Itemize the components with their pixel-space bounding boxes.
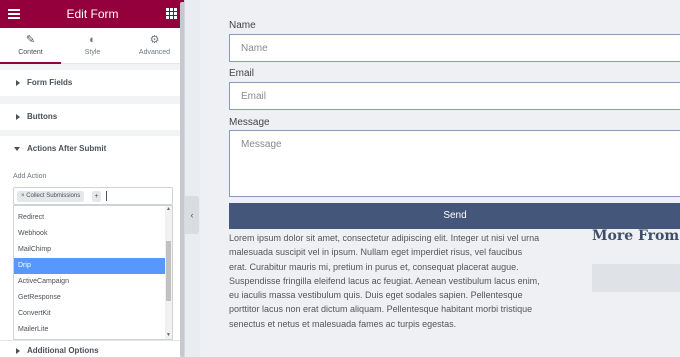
add-action-label: Add Action (13, 173, 47, 180)
tab-content-label: Content (18, 49, 43, 56)
plus-icon[interactable]: + (92, 191, 101, 202)
widgets-grid-icon[interactable] (166, 8, 177, 19)
section-buttons[interactable]: Buttons (0, 104, 185, 130)
section-additional-options-label: Additional Options (27, 346, 99, 355)
editor-panel: Edit Form ✎ Content ◐ Style ⚙ Advanced F… (0, 0, 185, 357)
tab-content[interactable]: ✎ Content (0, 28, 61, 64)
section-additional-options[interactable]: Additional Options (0, 340, 185, 357)
section-actions-after-submit-label[interactable]: Actions After Submit (27, 144, 106, 153)
actions-dropdown: Redirect Webhook MailChimp Drip ActiveCa… (13, 205, 173, 340)
tab-style-label: Style (84, 49, 101, 56)
name-label: Name (229, 20, 256, 31)
dropdown-option-highlighted[interactable]: Drip (14, 258, 166, 274)
dropdown-option[interactable]: ActiveCampaign (14, 274, 166, 290)
dropdown-scroll-thumb[interactable] (166, 241, 171, 301)
gear-icon: ⚙ (149, 34, 160, 46)
add-action-select[interactable]: × Collect Submissions + (13, 187, 173, 205)
email-placeholder: Email (241, 91, 267, 102)
tab-advanced[interactable]: ⚙ Advanced (124, 28, 185, 64)
dropdown-option[interactable]: ConvertKit (14, 306, 166, 322)
selected-action-chip[interactable]: × Collect Submissions (17, 191, 85, 202)
caret-right-icon (16, 114, 20, 120)
more-from-heading: More From (592, 228, 680, 244)
half-circle-icon: ◐ (89, 34, 96, 46)
caret-right-icon (16, 80, 20, 86)
name-field[interactable]: Name (229, 34, 680, 62)
panel-divider (184, 0, 185, 357)
email-label: Email (229, 68, 255, 79)
dropdown-option[interactable]: GetResponse (14, 290, 166, 306)
message-placeholder: Message (241, 139, 282, 150)
caret-down-icon[interactable] (14, 147, 20, 151)
tab-advanced-label: Advanced (138, 49, 171, 56)
scroll-up-icon[interactable]: ▲ (165, 206, 172, 213)
dropdown-option[interactable]: Redirect (14, 210, 166, 226)
panel-tabs: ✎ Content ◐ Style ⚙ Advanced (0, 28, 185, 64)
collapse-panel-button[interactable]: ‹ (185, 196, 199, 234)
message-field[interactable]: Message (229, 130, 680, 197)
section-buttons-label: Buttons (27, 112, 58, 121)
message-label: Message (229, 117, 270, 128)
email-field[interactable]: Email (229, 82, 680, 110)
dropdown-scrollbar[interactable]: ▲ ▼ (165, 206, 172, 339)
scroll-down-icon[interactable]: ▼ (165, 332, 172, 339)
chip-remove-icon[interactable]: × (21, 193, 25, 199)
panel-title: Edit Form (66, 7, 119, 21)
lorem-paragraph: Lorem ipsum dolor sit amet, consectetur … (229, 233, 540, 329)
pencil-icon: ✎ (25, 34, 36, 46)
dropdown-option[interactable]: Webhook (14, 226, 166, 242)
send-button[interactable]: Send (229, 203, 680, 229)
chevron-left-icon: ‹ (190, 210, 194, 220)
chip-label: Collect Submissions (26, 193, 81, 199)
name-placeholder: Name (241, 43, 268, 54)
panel-header: Edit Form (0, 0, 185, 28)
text-cursor (106, 191, 107, 201)
dropdown-option[interactable]: MailChimp (14, 242, 166, 258)
section-form-fields-label: Form Fields (27, 78, 73, 87)
section-form-fields[interactable]: Form Fields (0, 70, 185, 96)
tab-style[interactable]: ◐ Style (62, 28, 123, 64)
caret-right-icon (16, 348, 20, 354)
page-preview: Name Name Email Email Message Message Se… (200, 0, 680, 357)
dropdown-option[interactable]: MailerLite (14, 322, 166, 338)
placeholder-block (592, 264, 680, 292)
